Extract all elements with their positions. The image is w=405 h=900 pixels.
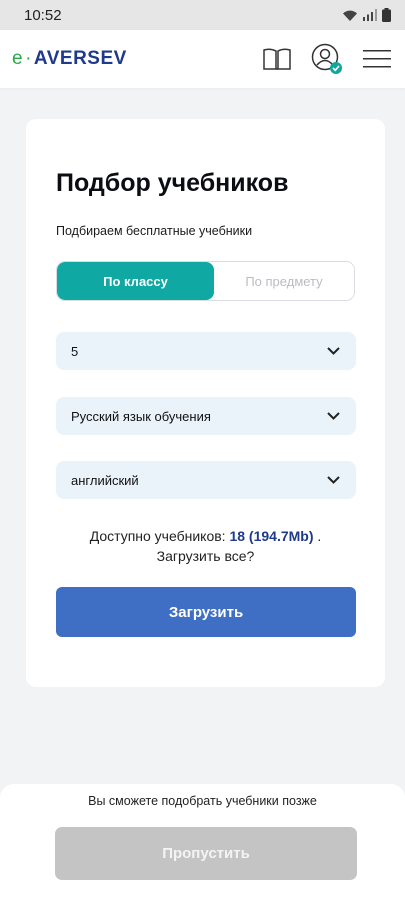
download-all-question: Загрузить все? <box>156 548 255 564</box>
status-icons <box>342 8 391 22</box>
selection-mode-toggle: По классу По предмету <box>56 261 355 301</box>
page-subtitle: Подбираем бесплатные учебники <box>56 224 253 238</box>
page-title: Подбор учебников <box>56 169 289 197</box>
book-icon <box>263 48 291 70</box>
bottom-panel: Вы сможете подобрать учебники позже Проп… <box>0 784 405 900</box>
available-textbooks-info: Доступно учебников: 18 (194.7Mb) . Загру… <box>26 526 385 566</box>
logo-aversev: AVERSEV <box>33 48 127 69</box>
available-prefix: Доступно учебников: <box>89 528 230 544</box>
foreign-language-select-value: английский <box>71 472 139 488</box>
logo-e: e <box>12 48 24 69</box>
battery-icon <box>382 8 391 22</box>
available-suffix: . <box>313 528 322 544</box>
chevron-down-icon <box>327 347 340 355</box>
status-time: 10:52 <box>24 6 62 24</box>
menu-button[interactable] <box>361 43 393 75</box>
chevron-down-icon <box>327 476 340 484</box>
later-hint: Вы сможете подобрать учебники позже <box>88 794 317 808</box>
grade-select-value: 5 <box>71 343 79 359</box>
skip-button[interactable]: Пропустить <box>55 827 357 880</box>
language-select[interactable]: Русский язык обучения <box>56 397 356 435</box>
status-bar: 10:52 <box>0 0 405 30</box>
textbook-selection-card: Подбор учебников Подбираем бесплатные уч… <box>26 119 385 687</box>
tab-by-subject[interactable]: По предмету <box>214 262 354 300</box>
download-button[interactable]: Загрузить <box>56 587 356 637</box>
signal-icon <box>363 9 377 21</box>
user-verified-icon <box>311 43 342 74</box>
profile-button[interactable] <box>311 43 343 75</box>
library-button[interactable] <box>261 43 293 75</box>
foreign-language-select[interactable]: английский <box>56 461 356 499</box>
hamburger-menu-icon <box>363 50 391 68</box>
grade-select[interactable]: 5 <box>56 332 356 370</box>
available-line: Доступно учебников: 18 (194.7Mb) . <box>26 526 385 546</box>
available-count: 18 (194.7Mb) <box>229 528 314 544</box>
chevron-down-icon <box>327 412 340 420</box>
language-select-value: Русский язык обучения <box>71 408 211 424</box>
app-header: e · AVERSEV <box>0 30 405 88</box>
header-actions <box>261 43 393 75</box>
wifi-icon <box>343 10 357 21</box>
logo-dot: · <box>25 48 32 69</box>
brand-logo[interactable]: e · AVERSEV <box>12 48 127 70</box>
tab-by-grade[interactable]: По классу <box>57 262 214 300</box>
